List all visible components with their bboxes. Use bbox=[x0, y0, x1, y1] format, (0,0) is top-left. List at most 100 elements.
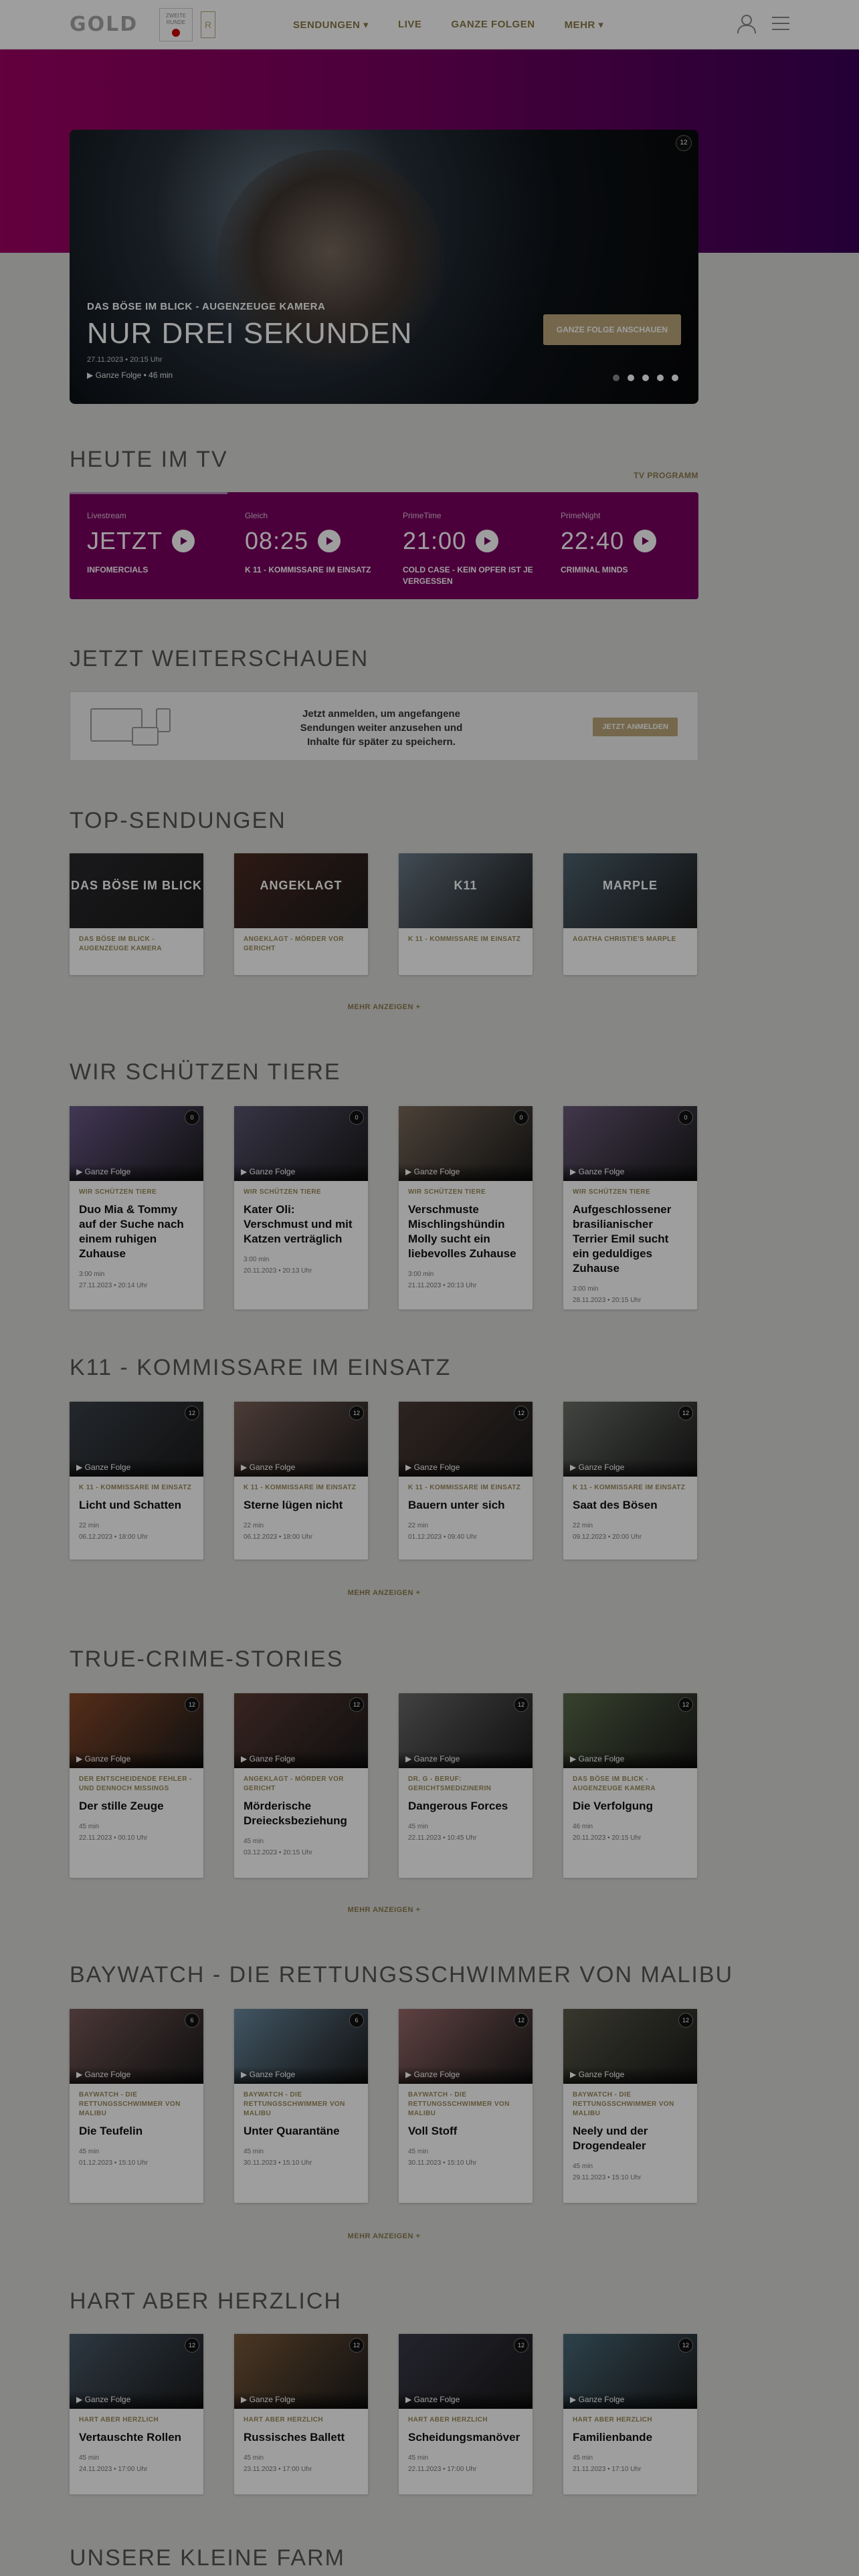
card-title[interactable]: Dangerous Forces bbox=[408, 1799, 523, 1814]
nav-mehr[interactable]: MEHR ▾ bbox=[565, 19, 604, 31]
play-icon[interactable] bbox=[171, 530, 195, 552]
tv-slot[interactable]: Livestream JETZT INFOMERCIALS bbox=[87, 511, 234, 576]
card-thumbnail[interactable]: ▶ Ganze Folge 0 bbox=[70, 1106, 203, 1181]
show-card[interactable]: ▶ Ganze Folge 12 HART ABER HERZLICH Russisc… bbox=[234, 2334, 368, 2494]
card-thumbnail[interactable]: ▶ Ganze Folge 12 bbox=[399, 2334, 533, 2409]
show-card[interactable]: ▶ Ganze Folge 12 HART ABER HERZLICH Familie… bbox=[563, 2334, 697, 2494]
card-thumbnail[interactable]: MARPLE bbox=[563, 853, 697, 928]
show-card[interactable]: ▶ Ganze Folge 12 ANGEKLAGT - MÖRDER VOR GE… bbox=[234, 1693, 368, 1878]
card-thumbnail[interactable]: ▶ Ganze Folge 12 bbox=[234, 1693, 368, 1768]
hamburger-menu-icon[interactable] bbox=[772, 17, 789, 30]
nav-live[interactable]: LIVE bbox=[398, 19, 421, 31]
show-more-link[interactable]: MEHR ANZEIGEN + bbox=[70, 1589, 698, 1597]
card-thumbnail[interactable]: ▶ Ganze Folge 6 bbox=[234, 2009, 368, 2084]
card-thumbnail[interactable]: K11 bbox=[399, 853, 533, 928]
play-icon[interactable] bbox=[476, 530, 499, 552]
card-title[interactable]: Die Teufelin bbox=[79, 2124, 194, 2139]
hero-title[interactable]: NUR DREI SEKUNDEN bbox=[87, 317, 412, 350]
show-more-link[interactable]: MEHR ANZEIGEN + bbox=[70, 1906, 698, 1914]
card-title[interactable]: Bauern unter sich bbox=[408, 1498, 523, 1513]
tv-slot[interactable]: PrimeNight 22:40 CRIMINAL MINDS bbox=[561, 511, 708, 576]
nav-sendungen[interactable]: SENDUNGEN ▾ bbox=[293, 19, 369, 31]
show-card[interactable]: ▶ Ganze Folge 12 DER ENTSCHEIDENDE FEHLER … bbox=[70, 1693, 203, 1878]
show-card[interactable]: ▶ Ganze Folge 0 WIR SCHÜTZEN TIERE Duo Mia … bbox=[70, 1106, 203, 1309]
card-thumbnail[interactable]: ▶ Ganze Folge 0 bbox=[563, 1106, 697, 1181]
card-thumbnail[interactable]: ▶ Ganze Folge 12 bbox=[563, 2009, 697, 2084]
card-thumbnail[interactable]: ▶ Ganze Folge 12 bbox=[70, 1402, 203, 1477]
show-card[interactable]: ▶ Ganze Folge 12 BAYWATCH - DIE RETTUNGSSC… bbox=[399, 2009, 533, 2203]
tv-program-link[interactable]: TV PROGRAMM bbox=[634, 471, 698, 480]
show-card[interactable]: ▶ Ganze Folge 12 BAYWATCH - DIE RETTUNGSSC… bbox=[563, 2009, 697, 2203]
slider-dot[interactable] bbox=[672, 374, 678, 381]
card-thumbnail[interactable]: ▶ Ganze Folge 0 bbox=[399, 1106, 533, 1181]
tv-slot[interactable]: Gleich 08:25 K 11 - KOMMISSARE IM EINSAT… bbox=[245, 511, 392, 576]
slider-dot[interactable] bbox=[642, 374, 649, 381]
card-title[interactable]: Scheidungsmanöver bbox=[408, 2430, 523, 2445]
show-card[interactable]: ▶ Ganze Folge 0 WIR SCHÜTZEN TIERE Aufgesch… bbox=[563, 1106, 697, 1309]
card-title[interactable]: Saat des Bösen bbox=[573, 1498, 688, 1513]
gold-logo[interactable]: GOLD bbox=[70, 13, 143, 36]
show-card[interactable]: ▶ Ganze Folge 0 WIR SCHÜTZEN TIERE Kater Ol… bbox=[234, 1106, 368, 1309]
slider-dot[interactable] bbox=[657, 374, 664, 381]
card-title[interactable]: Unter Quarantäne bbox=[244, 2124, 359, 2139]
show-card[interactable]: ▶ Ganze Folge 6 BAYWATCH - DIE RETTUNGSSCH… bbox=[234, 2009, 368, 2203]
hero-slider[interactable]: 12 DAS BÖSE IM BLICK - AUGENZEUGE KAMERA… bbox=[70, 130, 698, 404]
card-title[interactable]: Verschmuste Mischlingshündin Molly sucht… bbox=[408, 1202, 523, 1261]
card-thumbnail[interactable]: ▶ Ganze Folge 12 bbox=[399, 2009, 533, 2084]
show-card[interactable]: ▶ Ganze Folge 12 K 11 - KOMMISSARE IM EINS… bbox=[563, 1402, 697, 1560]
show-card[interactable]: ▶ Ganze Folge 12 HART ABER HERZLICH Vertaus… bbox=[70, 2334, 203, 2494]
card-thumbnail[interactable]: ▶ Ganze Folge 12 bbox=[70, 2334, 203, 2409]
show-card[interactable]: ▶ Ganze Folge 12 K 11 - KOMMISSARE IM EINS… bbox=[399, 1402, 533, 1560]
card-title[interactable]: Mörderische Dreiecksbeziehung bbox=[244, 1799, 359, 1828]
watch-full-episode-button[interactable]: GANZE FOLGE ANSCHAUEN bbox=[543, 314, 681, 345]
show-card[interactable]: MARPLE AGATHA CHRISTIE'S MARPLE bbox=[563, 853, 697, 975]
card-thumbnail[interactable]: ▶ Ganze Folge 12 bbox=[399, 1693, 533, 1768]
play-icon[interactable] bbox=[318, 530, 341, 552]
card-title[interactable]: Duo Mia & Tommy auf der Suche nach einem… bbox=[79, 1202, 194, 1261]
show-card[interactable]: ▶ Ganze Folge 0 WIR SCHÜTZEN TIERE Verschmu… bbox=[399, 1106, 533, 1309]
card-thumbnail[interactable]: ▶ Ganze Folge 12 bbox=[563, 1693, 697, 1768]
card-date: 01.12.2023 • 15:10 Uhr bbox=[79, 2159, 149, 2167]
show-card[interactable]: ▶ Ganze Folge 12 K 11 - KOMMISSARE IM EINS… bbox=[70, 1402, 203, 1560]
card-title[interactable]: Licht und Schatten bbox=[79, 1498, 194, 1513]
show-card[interactable]: ▶ Ganze Folge 6 BAYWATCH - DIE RETTUNGSSCH… bbox=[70, 2009, 203, 2203]
show-more-link[interactable]: MEHR ANZEIGEN + bbox=[70, 1003, 698, 1011]
card-thumbnail[interactable]: ▶ Ganze Folge 12 bbox=[234, 2334, 368, 2409]
show-card[interactable]: ▶ Ganze Folge 12 DAS BÖSE IM BLICK - AUGEN… bbox=[563, 1693, 697, 1878]
tv-slot[interactable]: PrimeTime 21:00 COLD CASE - KEIN OPFER I… bbox=[403, 511, 550, 587]
card-thumbnail[interactable]: ▶ Ganze Folge 12 bbox=[399, 1402, 533, 1477]
card-title[interactable]: Neely und der Drogendealer bbox=[573, 2124, 688, 2153]
card-title[interactable]: Aufgeschlossener brasilianischer Terrier… bbox=[573, 1202, 688, 1276]
show-card[interactable]: ▶ Ganze Folge 12 K 11 - KOMMISSARE IM EINS… bbox=[234, 1402, 368, 1560]
card-thumbnail[interactable]: ▶ Ganze Folge 0 bbox=[234, 1106, 368, 1181]
card-title[interactable]: Sterne lügen nicht bbox=[244, 1498, 359, 1513]
card-thumbnail[interactable]: ▶ Ganze Folge 12 bbox=[563, 1402, 697, 1477]
show-more-link[interactable]: MEHR ANZEIGEN + bbox=[70, 2232, 698, 2240]
nav-ganze-folgen[interactable]: GANZE FOLGEN bbox=[451, 19, 535, 31]
card-title[interactable]: Der stille Zeuge bbox=[79, 1799, 194, 1814]
show-card[interactable]: ANGEKLAGT ANGEKLAGT - MÖRDER VOR GERICHT bbox=[234, 853, 368, 975]
slider-dot[interactable] bbox=[613, 374, 619, 381]
card-title[interactable]: Kater Oli: Verschmust und mit Katzen ver… bbox=[244, 1202, 359, 1247]
card-thumbnail[interactable]: ▶ Ganze Folge 12 bbox=[563, 2334, 697, 2409]
show-card[interactable]: DAS BÖSE IM BLICK DAS BÖSE IM BLICK - AUG… bbox=[70, 853, 203, 975]
login-button[interactable]: JETZT ANMELDEN bbox=[593, 718, 678, 736]
card-title[interactable]: Familienbande bbox=[573, 2430, 688, 2445]
hero-kicker: DAS BÖSE IM BLICK - AUGENZEUGE KAMERA bbox=[87, 301, 326, 312]
hero-meta: ▶ Ganze Folge • 46 min bbox=[87, 370, 173, 380]
card-thumbnail[interactable]: DAS BÖSE IM BLICK bbox=[70, 853, 203, 928]
card-title[interactable]: Vertauschte Rollen bbox=[79, 2430, 194, 2445]
card-thumbnail[interactable]: ▶ Ganze Folge 12 bbox=[234, 1402, 368, 1477]
card-title[interactable]: Voll Stoff bbox=[408, 2124, 523, 2139]
card-thumbnail[interactable]: ▶ Ganze Folge 12 bbox=[70, 1693, 203, 1768]
card-thumbnail[interactable]: ▶ Ganze Folge 6 bbox=[70, 2009, 203, 2084]
show-card[interactable]: ▶ Ganze Folge 12 HART ABER HERZLICH Scheidu… bbox=[399, 2334, 533, 2494]
play-icon[interactable] bbox=[634, 530, 657, 552]
card-thumbnail[interactable]: ANGEKLAGT bbox=[234, 853, 368, 928]
show-card[interactable]: ▶ Ganze Folge 12 DR. G - BERUF: GERICHTSME… bbox=[399, 1693, 533, 1878]
card-title[interactable]: Die Verfolgung bbox=[573, 1799, 688, 1814]
slider-dot[interactable] bbox=[628, 374, 634, 381]
user-icon[interactable] bbox=[736, 13, 756, 33]
show-card[interactable]: K11 K 11 - KOMMISSARE IM EINSATZ bbox=[399, 853, 533, 975]
card-title[interactable]: Russisches Ballett bbox=[244, 2430, 359, 2445]
